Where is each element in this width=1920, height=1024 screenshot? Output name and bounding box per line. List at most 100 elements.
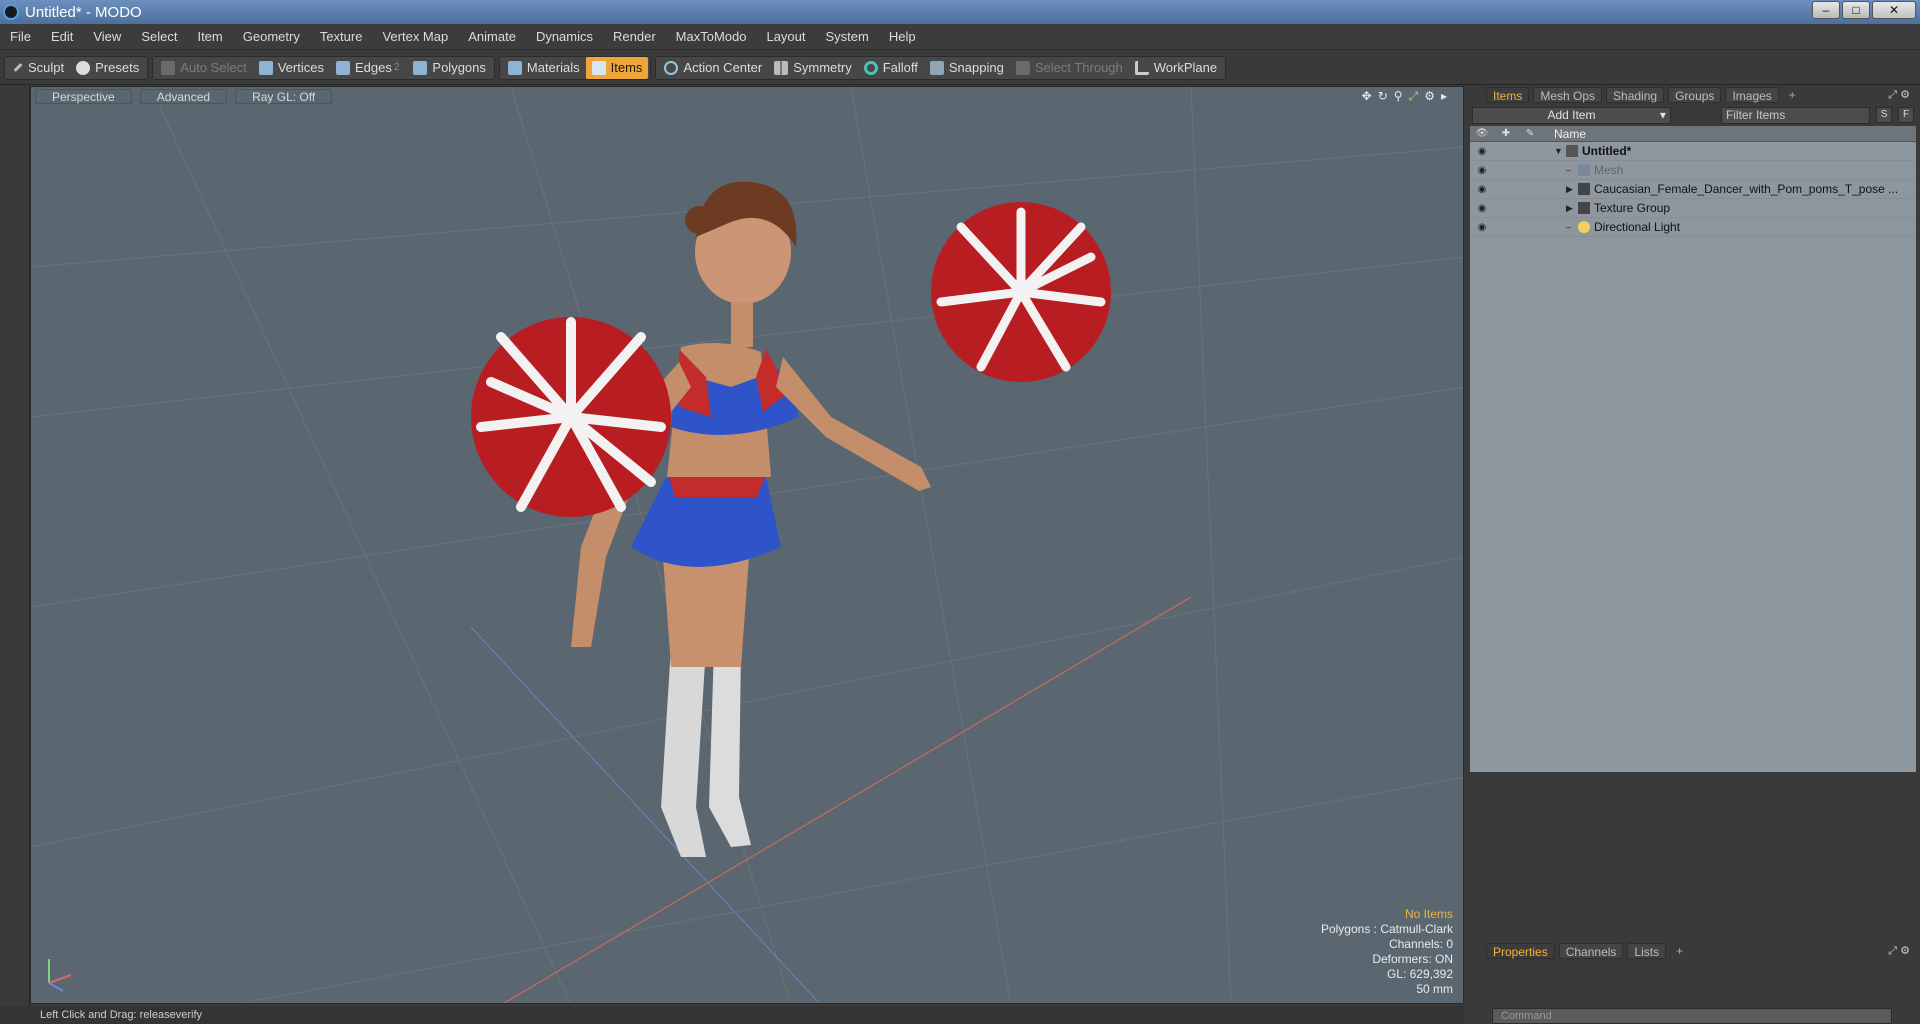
menu-animate[interactable]: Animate xyxy=(458,24,526,50)
items-icon xyxy=(591,60,606,75)
menu-select[interactable]: Select xyxy=(131,24,187,50)
item-list-panel: Items Mesh Ops Shading Groups Images + ⤢… xyxy=(1470,86,1916,772)
filter-f-button[interactable]: F xyxy=(1898,107,1914,123)
tree-row-directional-light[interactable]: ◉ – Directional Light xyxy=(1470,218,1916,237)
workplane-button[interactable]: WorkPlane xyxy=(1129,57,1223,79)
tab-shading[interactable]: Shading xyxy=(1606,87,1665,103)
maximize-button[interactable]: □ xyxy=(1842,1,1870,19)
rotate-view-icon[interactable]: ↻ xyxy=(1378,89,1388,104)
visibility-column-icon[interactable]: 👁 xyxy=(1470,128,1494,139)
menu-view[interactable]: View xyxy=(83,24,131,50)
expand-triangle-icon[interactable]: ▼ xyxy=(1554,146,1566,156)
tab-lists[interactable]: Lists xyxy=(1627,943,1667,959)
symmetry-button[interactable]: Symmetry xyxy=(768,57,858,79)
panel-options-icon[interactable]: ⤢ ⚙ xyxy=(1888,88,1910,102)
status-bar: Left Click and Drag: releaseverify xyxy=(0,1006,1464,1024)
presets-button[interactable]: Presets xyxy=(70,57,145,79)
tool-options-group: Action Center Symmetry Falloff Snapping … xyxy=(655,55,1227,80)
filter-s-button[interactable]: S xyxy=(1876,107,1893,123)
lock-column-icon[interactable]: ✚ xyxy=(1494,128,1518,139)
zoom-view-icon[interactable]: ⚲ xyxy=(1394,89,1403,104)
viewport-settings-icon[interactable]: ⚙ xyxy=(1424,89,1435,104)
edges-label: Edges xyxy=(354,60,392,75)
command-input[interactable]: Command xyxy=(1492,1008,1892,1024)
falloff-button[interactable]: Falloff xyxy=(858,57,924,79)
menu-help[interactable]: Help xyxy=(879,24,926,50)
polygons-button[interactable]: Polygons xyxy=(407,57,491,79)
symmetry-label: Symmetry xyxy=(793,60,852,75)
view-type-dropdown[interactable]: Perspective xyxy=(35,88,132,104)
sculpt-button[interactable]: Sculpt xyxy=(7,57,70,79)
add-tab-button[interactable]: + xyxy=(1670,943,1689,959)
shading-dropdown[interactable]: Advanced xyxy=(139,88,228,104)
sculpt-presets-group: Sculpt Presets xyxy=(4,55,149,80)
select-through-icon xyxy=(1015,60,1030,75)
minimize-button[interactable]: – xyxy=(1812,1,1840,19)
vertices-button[interactable]: Vertices xyxy=(253,57,330,79)
filter-items-input[interactable]: Filter Items xyxy=(1720,106,1871,124)
maximize-view-icon[interactable]: ⤢ xyxy=(1409,89,1419,104)
action-center-button[interactable]: Action Center xyxy=(658,57,768,79)
visibility-eye-icon[interactable]: ◉ xyxy=(1470,146,1494,157)
menu-edit[interactable]: Edit xyxy=(41,24,83,50)
panel-options-icon[interactable]: ⤢ ⚙ xyxy=(1888,944,1910,958)
expand-triangle-icon[interactable]: ▶ xyxy=(1566,184,1578,195)
3d-viewport[interactable]: Perspective Advanced Ray GL: Off ✥ ↻ ⚲ ⤢… xyxy=(30,86,1464,1004)
menu-maxtomodo[interactable]: MaxToModo xyxy=(666,24,757,50)
visibility-eye-icon[interactable]: ◉ xyxy=(1470,184,1494,195)
add-tab-button[interactable]: + xyxy=(1783,87,1802,103)
close-button[interactable]: ✕ xyxy=(1872,1,1916,19)
scene-icon xyxy=(1566,145,1578,157)
move-view-icon[interactable]: ✥ xyxy=(1362,89,1372,104)
edges-icon xyxy=(335,60,350,75)
materials-label: Materials xyxy=(526,60,580,75)
symmetry-icon xyxy=(774,60,789,75)
snapping-label: Snapping xyxy=(948,60,1004,75)
edges-count-badge: 2 xyxy=(393,62,400,73)
tab-properties[interactable]: Properties xyxy=(1486,943,1555,959)
menu-render[interactable]: Render xyxy=(603,24,666,50)
visibility-eye-icon[interactable]: ◉ xyxy=(1470,222,1494,233)
menu-geometry[interactable]: Geometry xyxy=(233,24,310,50)
visibility-eye-icon[interactable]: ◉ xyxy=(1470,203,1494,214)
edges-button[interactable]: Edges 2 xyxy=(330,57,407,79)
tab-channels[interactable]: Channels xyxy=(1558,943,1624,959)
menu-vertex-map[interactable]: Vertex Map xyxy=(372,24,458,50)
cheerleader-model xyxy=(571,181,931,857)
tree-row-caucasian-dancer[interactable]: ◉ ▶ Caucasian_Female_Dancer_with_Pom_pom… xyxy=(1470,180,1916,199)
auto-select-button[interactable]: Auto Select xyxy=(155,57,253,79)
tab-groups[interactable]: Groups xyxy=(1668,87,1722,103)
crosshair-icon xyxy=(664,60,679,75)
menu-layout[interactable]: Layout xyxy=(756,24,815,50)
items-button[interactable]: Items xyxy=(585,56,649,79)
tab-images[interactable]: Images xyxy=(1725,87,1779,103)
item-mode-group: Materials Items xyxy=(498,55,652,80)
raygl-toggle[interactable]: Ray GL: Off xyxy=(235,88,333,104)
chevron-down-icon: ▾ xyxy=(1659,107,1666,122)
menu-texture[interactable]: Texture xyxy=(310,24,373,50)
add-item-dropdown[interactable]: Add Item ▾ xyxy=(1472,106,1671,124)
select-through-label: Select Through xyxy=(1034,60,1123,75)
vertices-label: Vertices xyxy=(277,60,324,75)
materials-button[interactable]: Materials xyxy=(502,57,586,79)
texture-group-icon xyxy=(1578,202,1590,214)
snapping-button[interactable]: Snapping xyxy=(924,57,1010,79)
visibility-eye-icon[interactable]: ◉ xyxy=(1470,165,1494,176)
viewport-menu-icon[interactable]: ▸ xyxy=(1441,89,1447,104)
select-through-button[interactable]: Select Through xyxy=(1010,57,1129,79)
tab-items[interactable]: Items xyxy=(1486,87,1530,103)
tree-row-untitled[interactable]: ◉ ▼ Untitled* xyxy=(1470,142,1916,161)
tree-item-label: Texture Group xyxy=(1594,201,1671,215)
menu-dynamics[interactable]: Dynamics xyxy=(526,24,603,50)
expand-triangle-icon[interactable]: ▶ xyxy=(1566,203,1578,214)
items-panel-tabs: Items Mesh Ops Shading Groups Images + ⤢… xyxy=(1470,86,1916,104)
properties-panel: Properties Channels Lists + ⤢ ⚙ Command xyxy=(1470,942,1916,1024)
tree-row-mesh[interactable]: ◉ – Mesh xyxy=(1470,161,1916,180)
tree-row-texture-group[interactable]: ◉ ▶ Texture Group xyxy=(1470,199,1916,218)
menu-system[interactable]: System xyxy=(816,24,879,50)
name-column-header[interactable]: Name xyxy=(1542,127,1586,141)
menu-item[interactable]: Item xyxy=(187,24,232,50)
menu-file[interactable]: File xyxy=(0,24,41,50)
tab-mesh-ops[interactable]: Mesh Ops xyxy=(1533,87,1603,103)
render-column-icon[interactable]: ✎ xyxy=(1518,128,1542,139)
